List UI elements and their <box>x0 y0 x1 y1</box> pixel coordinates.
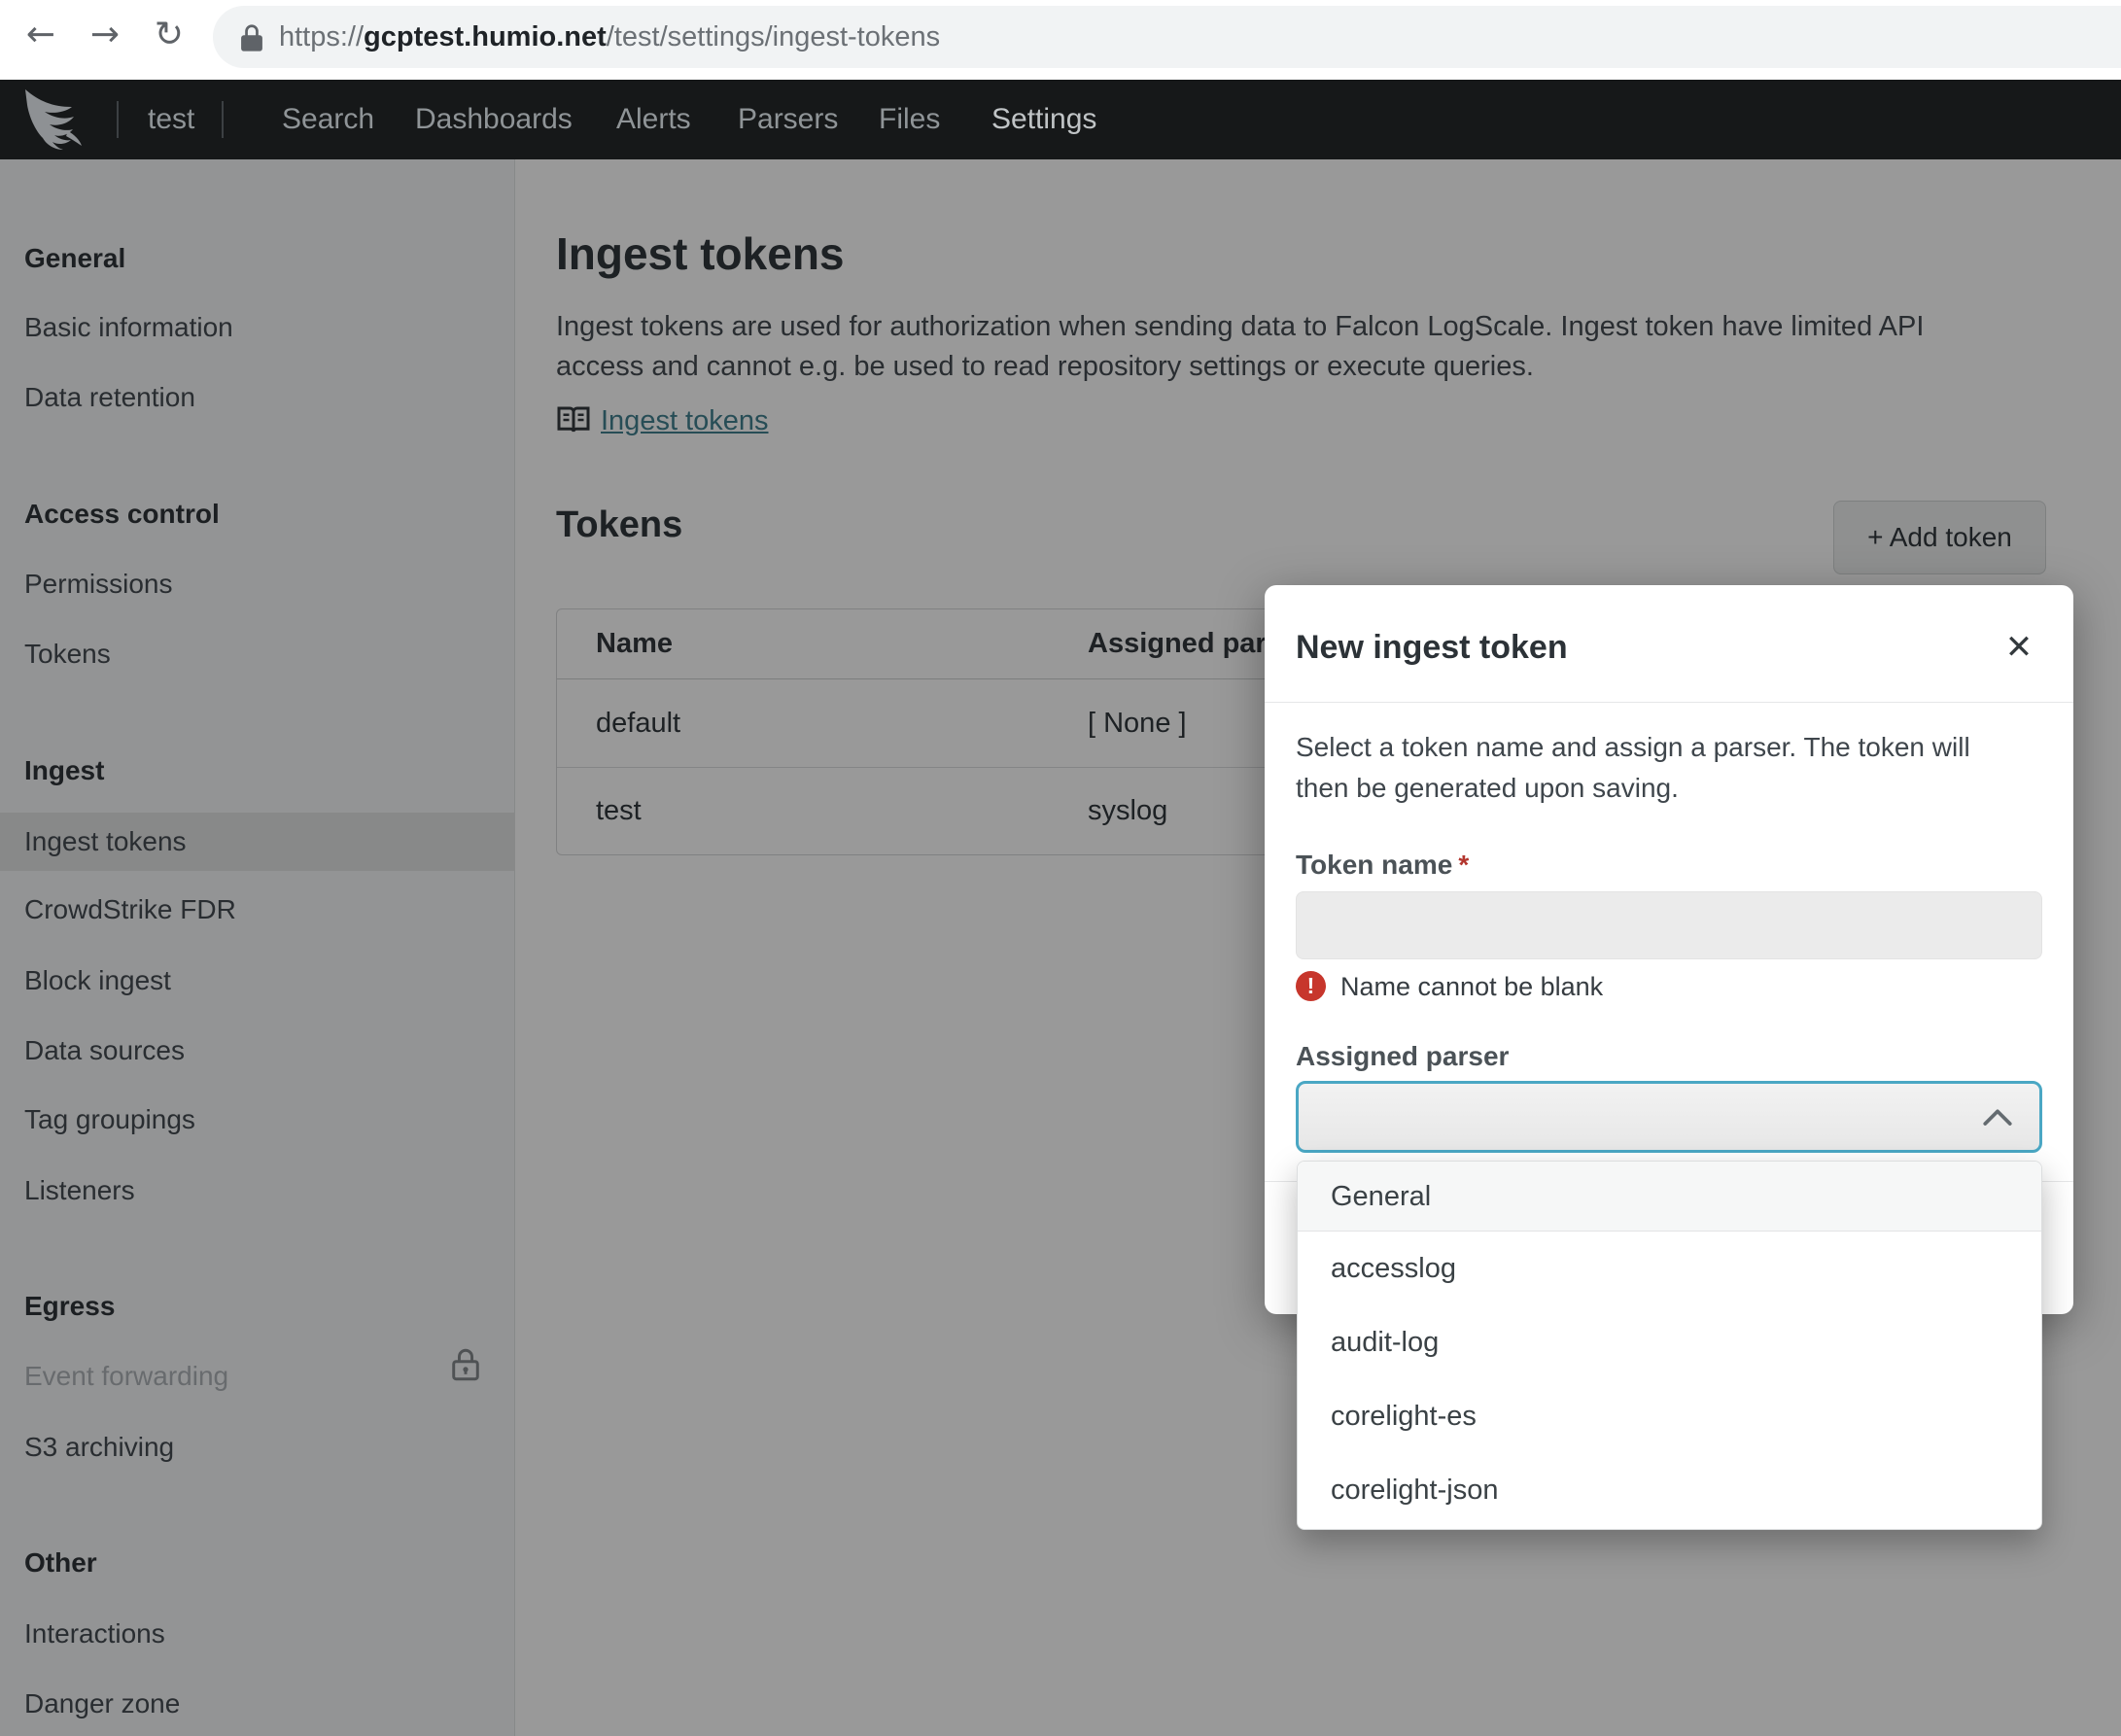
nav-item-files[interactable]: Files <box>879 80 940 159</box>
required-asterisk: * <box>1458 850 1469 880</box>
app-navbar: test Search Dashboards Alerts Parsers Fi… <box>0 80 2121 159</box>
error-message: Name cannot be blank <box>1340 970 1603 1003</box>
modal-header-divider <box>1265 702 2073 703</box>
address-bar[interactable]: https://gcptest.humio.net/test/settings/… <box>213 6 2121 68</box>
nav-item-alerts[interactable]: Alerts <box>616 80 691 159</box>
nav-item-parsers[interactable]: Parsers <box>738 80 838 159</box>
token-name-label-text: Token name <box>1296 850 1452 880</box>
browser-reload-button[interactable]: ↻ <box>142 8 196 62</box>
modal-description: Select a token name and assign a parser.… <box>1296 727 2044 809</box>
url-scheme: https:// <box>279 21 364 52</box>
dropdown-option-corelight-es[interactable]: corelight-es <box>1298 1379 2041 1453</box>
repo-name[interactable]: test <box>148 80 194 159</box>
close-icon[interactable]: ✕ <box>1996 624 2042 671</box>
crowdstrike-falcon-logo[interactable] <box>23 87 91 152</box>
padlock-icon <box>238 23 265 57</box>
assigned-parser-label: Assigned parser <box>1296 1039 1509 1074</box>
assigned-parser-combobox[interactable] <box>1296 1081 2042 1153</box>
chevron-up-icon <box>1981 1105 2014 1133</box>
dropdown-option-corelight-json[interactable]: corelight-json <box>1298 1453 2041 1527</box>
error-icon: ! <box>1296 971 1326 1001</box>
browser-forward-button[interactable]: → <box>78 8 132 62</box>
token-name-input[interactable] <box>1296 891 2042 959</box>
nav-item-search[interactable]: Search <box>282 80 374 159</box>
dropdown-option-audit-log[interactable]: audit-log <box>1298 1305 2041 1379</box>
browser-back-button[interactable]: ← <box>14 8 68 62</box>
url-host: gcptest.humio.net <box>364 21 607 52</box>
parser-dropdown-menu: General accesslog audit-log corelight-es… <box>1297 1161 2042 1530</box>
url-path: /test/settings/ingest-tokens <box>607 21 940 52</box>
modal-title: New ingest token <box>1296 620 1568 675</box>
dropdown-option-accesslog[interactable]: accesslog <box>1298 1232 2041 1305</box>
navbar-divider <box>222 101 224 138</box>
dropdown-option-general[interactable]: General <box>1298 1162 2041 1232</box>
navbar-divider <box>117 101 119 138</box>
browser-toolbar: ← → ↻ https://gcptest.humio.net/test/set… <box>0 0 2121 80</box>
url-text: https://gcptest.humio.net/test/settings/… <box>279 6 940 68</box>
nav-item-settings[interactable]: Settings <box>991 80 1096 159</box>
nav-item-dashboards[interactable]: Dashboards <box>415 80 573 159</box>
token-name-label: Token name* <box>1296 848 1469 883</box>
